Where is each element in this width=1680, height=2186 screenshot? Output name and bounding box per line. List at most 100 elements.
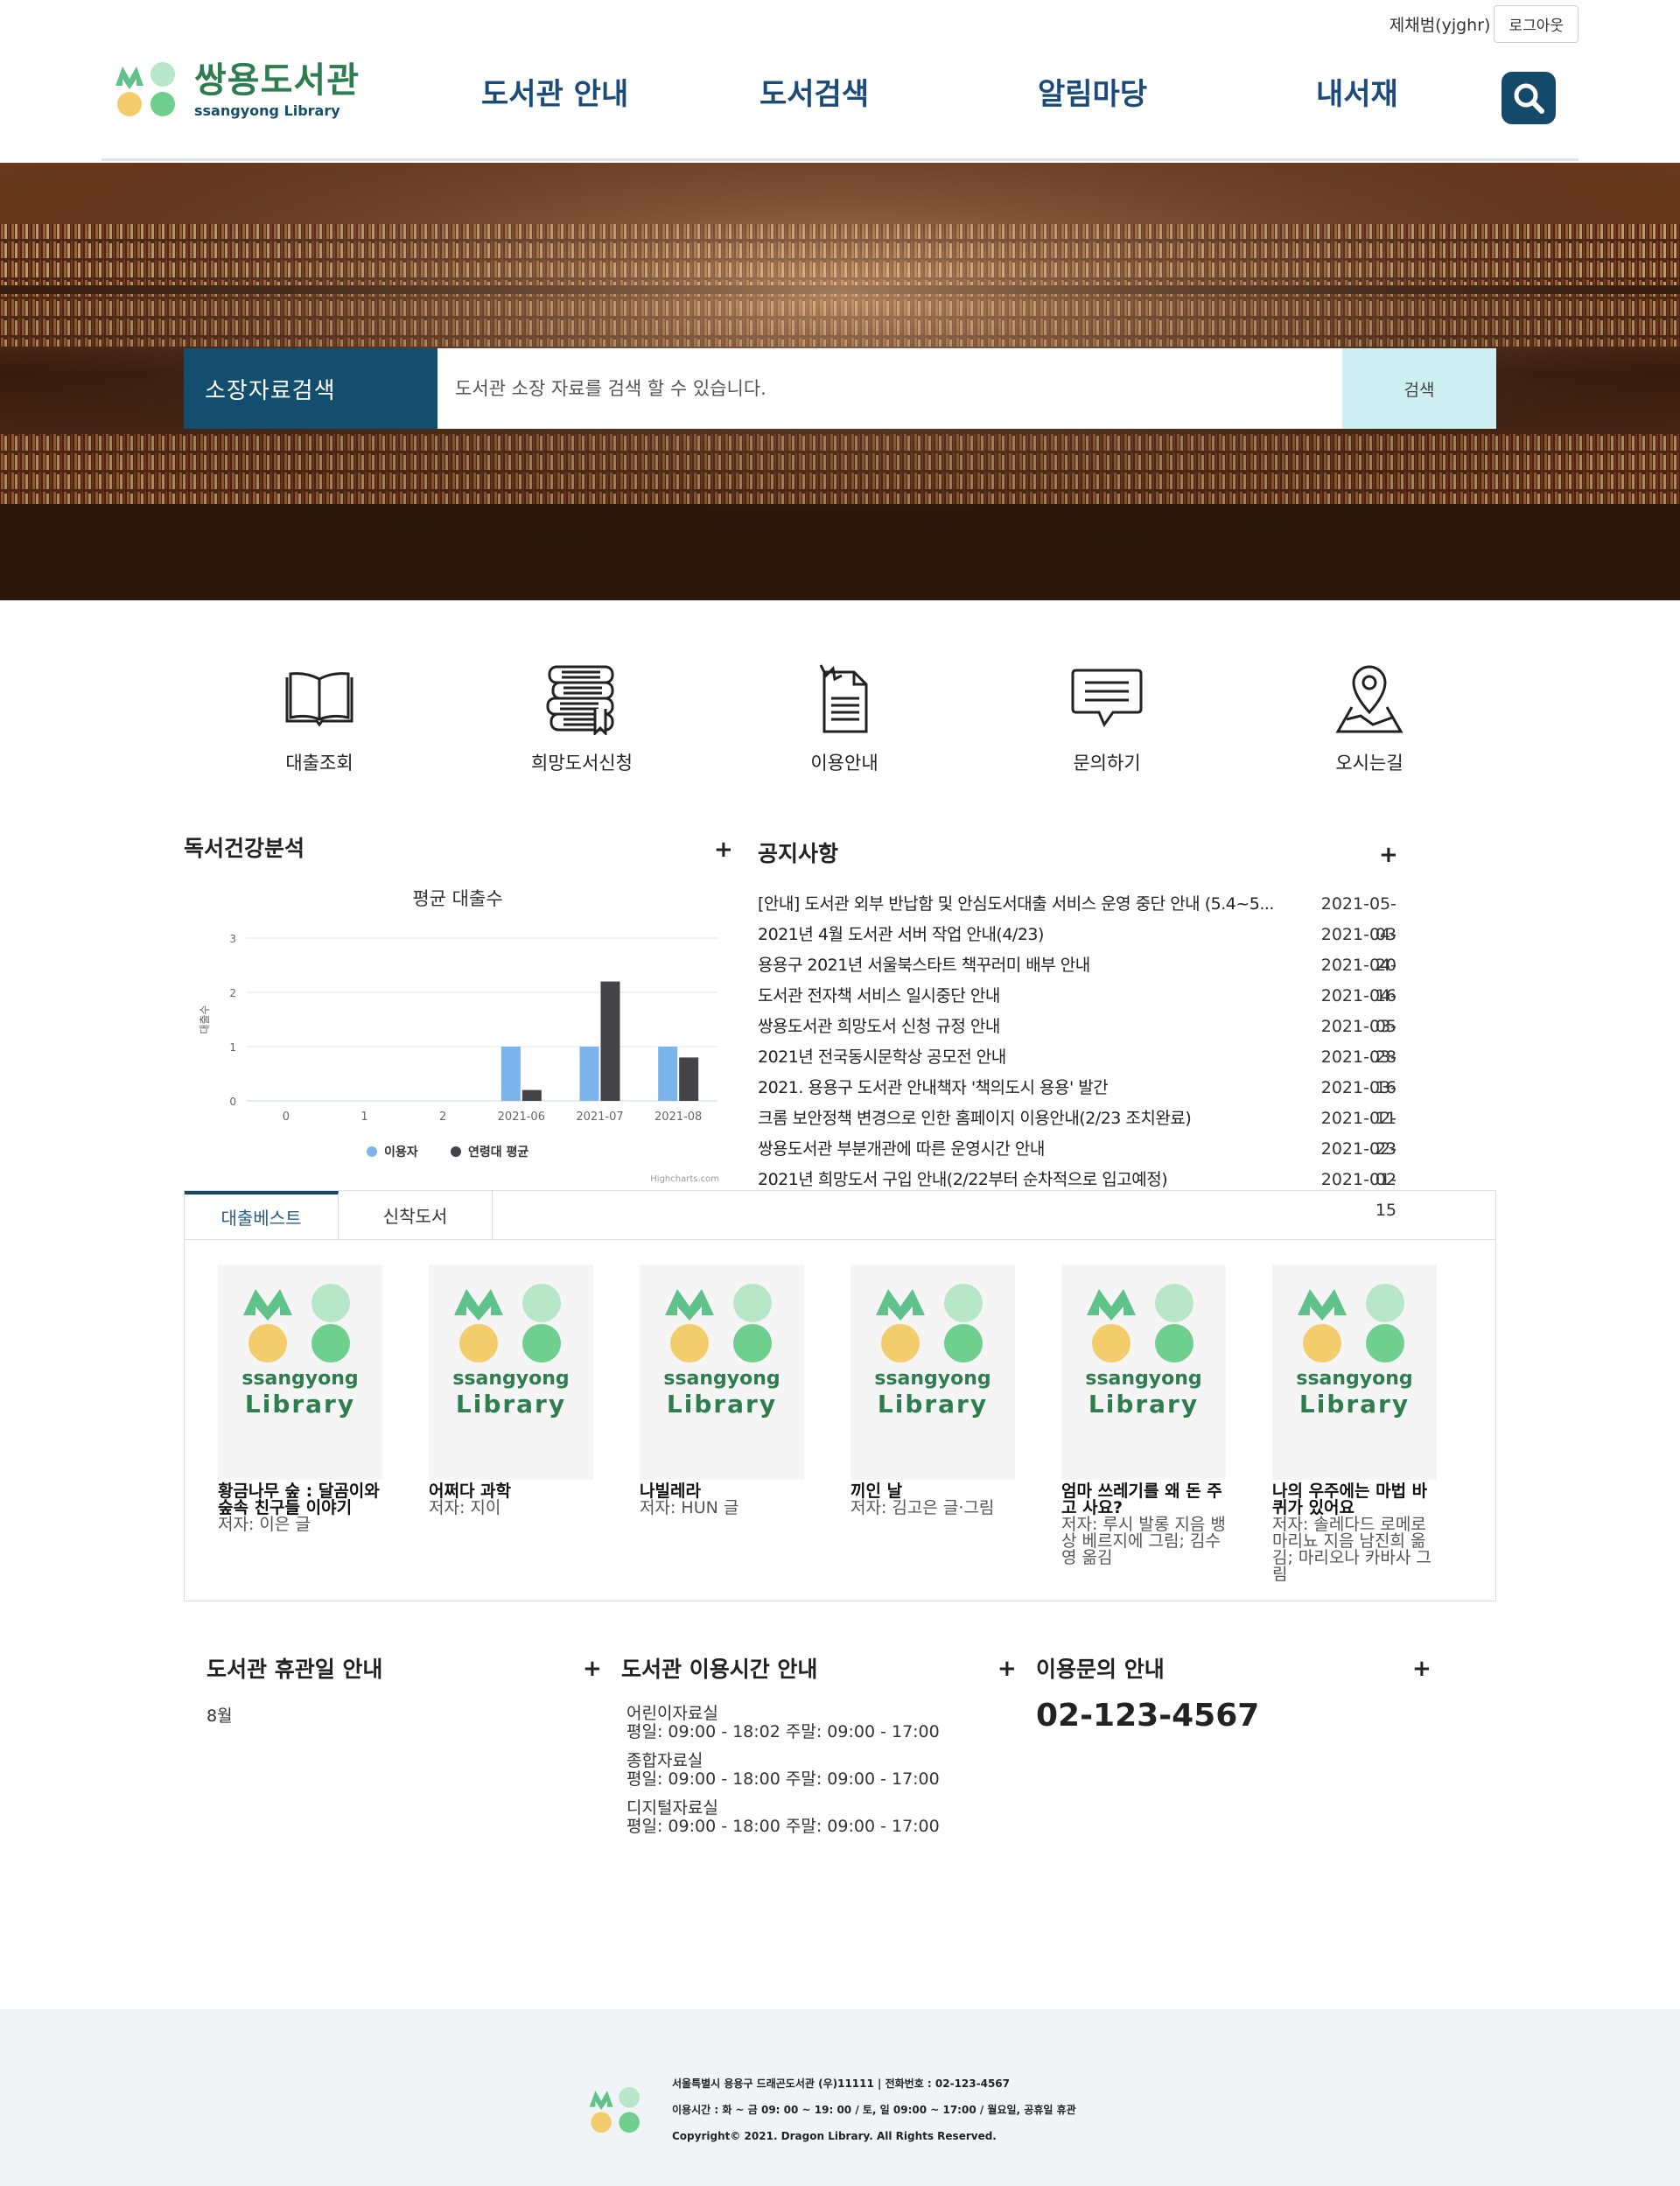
legend-marker (451, 1146, 461, 1157)
collection-search-label: 소장자료검색 (184, 348, 438, 429)
chart-title: 평균 대출수 (412, 888, 502, 909)
reading-health-more-button[interactable]: + (714, 837, 733, 863)
book-cover-line1: ssangyong (874, 1368, 991, 1390)
site-logo[interactable]: 쌍용도서관 ssangyong Library (114, 60, 360, 119)
book-open-icon (245, 662, 394, 737)
chat-bubble-icon (1032, 662, 1181, 737)
hours-digital-room: 디지털자료실 평일: 09:00 - 18:00 주말: 09:00 - 17:0… (626, 1798, 940, 1836)
book-card[interactable]: ssangyong Library 엄마 쓰레기를 왜 돈 주고 사요? 저자: 루시… (1061, 1265, 1226, 1583)
book-card[interactable]: ssangyong Library 황금나무 숲 : 달곰이와 숲속 친구들 이야기… (218, 1265, 382, 1583)
book-cover-image[interactable]: ssangyong Library (850, 1265, 1015, 1480)
notice-item[interactable]: 쌍용도서관 부분개관에 따른 운영시간 안내 2021-02-02 (758, 1134, 1396, 1189)
book-tabs: 대출베스트 신착도서 (185, 1191, 1495, 1240)
collection-search-input[interactable] (438, 348, 1342, 429)
nav-book-search[interactable]: 도서검색 (760, 70, 1038, 113)
avg-loan-chart: 평균 대출수 0 1 2 3 대출수 0 1 2 2021-06 2021-07 2021-08 이용자… (199, 888, 719, 1184)
chart-bar (658, 1047, 678, 1101)
site-header: 쌍용도서관 ssangyong Library 도서관 안내 도서검색 알림마당… (102, 35, 1578, 161)
footer-copyright: Copyright© 2021. Dragon Library. All Rig… (672, 2130, 997, 2142)
tab-loan-best[interactable]: 대출베스트 (185, 1191, 339, 1239)
book-cover-image[interactable]: ssangyong Library (1272, 1265, 1437, 1480)
legend-label: 연령대 평균 (468, 1145, 528, 1160)
contact-phone: 02-123-4567 (1036, 1698, 1260, 1734)
chart-bar (500, 1047, 521, 1101)
notice-item[interactable]: 크롬 보안정책 변경으로 인한 홈페이지 이용안내(2/23 조치완료) 2021… (758, 1104, 1396, 1159)
tab-new-arrivals[interactable]: 신착도서 (339, 1191, 493, 1239)
book-cover-image[interactable]: ssangyong Library (218, 1265, 382, 1480)
book-showcase: 대출베스트 신착도서 ssangyong Library 황금나무 숲 : 달곰이와… (184, 1190, 1496, 1601)
hours-children-room: 어린이자료실 평일: 09:00 - 18:02 주말: 09:00 - 17:0… (626, 1704, 940, 1741)
closed-days-more-button[interactable]: + (583, 1656, 602, 1682)
x-tick-label: 2021-06 (498, 1111, 545, 1124)
quick-menu: 대출조회 희망도서신청 이용안내 문의하기 오시는길 (184, 662, 1496, 775)
y-tick-label: 0 (229, 1096, 236, 1108)
closed-days-title: 도서관 휴관일 안내 (206, 1657, 383, 1682)
book-cover-image[interactable]: ssangyong Library (429, 1265, 593, 1480)
book-card[interactable]: ssangyong Library 나의 우주에는 마법 바퀴가 있어요 저자: 솔레… (1272, 1265, 1437, 1583)
notice-item[interactable]: 2021년 4월 도서관 서버 작업 안내(4/23) 2021-04-20 (758, 920, 1396, 975)
book-cover-line2: Library (1088, 1390, 1200, 1419)
book-cover-line2: Library (244, 1390, 356, 1419)
book-cover-line1: ssangyong (242, 1368, 359, 1390)
book-title[interactable]: 엄마 쓰레기를 왜 돈 주고 사요? (1061, 1483, 1226, 1517)
book-cover-line2: Library (877, 1390, 989, 1419)
notice-panel: 공지사항 + [안내] 도서관 외부 반납함 및 안심도서대출 서비스 운영 중… (758, 837, 1398, 1220)
book-cover-line1: ssangyong (663, 1368, 780, 1390)
quick-directions[interactable]: 오시는길 (1295, 662, 1444, 775)
quick-usage-guide[interactable]: 이용안내 (770, 662, 919, 775)
collection-search-button[interactable]: 검색 (1342, 348, 1496, 429)
legend-label: 이용자 (384, 1145, 418, 1160)
reading-health-title: 독서건강분석 (184, 836, 305, 861)
y-tick-label: 1 (229, 1041, 236, 1054)
contact-more-button[interactable]: + (1412, 1656, 1432, 1682)
book-author: 저자: 이은 글 (218, 1515, 311, 1534)
quick-loan-check[interactable]: 대출조회 (245, 662, 394, 775)
logo-mark-icon (114, 60, 180, 119)
notice-item[interactable]: 2021년 전국동시문학상 공모전 안내 2021-03-16 (758, 1042, 1396, 1097)
quick-wish-book[interactable]: 희망도서신청 (508, 662, 656, 775)
map-pin-icon (1295, 662, 1444, 737)
book-title[interactable]: 나의 우주에는 마법 바퀴가 있어요 (1272, 1483, 1437, 1517)
notice-item[interactable]: 도서관 전자책 서비스 일시중단 안내 2021-04-05 (758, 981, 1396, 1036)
legend-marker (367, 1146, 377, 1157)
notice-item[interactable]: 용용구 2021년 서울북스타트 책꾸러미 배부 안내 2021-04-16 (758, 950, 1396, 1005)
quick-inquiry[interactable]: 문의하기 (1032, 662, 1181, 775)
reading-health-panel: 독서건강분석 + 평균 대출수 0 1 2 3 대출수 0 1 2 2021-06 2021-07 2… (184, 831, 735, 1190)
header-search-button[interactable] (1502, 72, 1556, 124)
books-stack-icon (508, 662, 656, 737)
opening-hours-panel: 도서관 이용시간 안내 + 어린이자료실 평일: 09:00 - 18:02 주말… (621, 1652, 1024, 1836)
book-card[interactable]: ssangyong Library 어쩌다 과학 저자: 지이 (429, 1265, 593, 1583)
notice-title: 공지사항 (758, 841, 839, 866)
book-cover-line1: ssangyong (1085, 1368, 1202, 1390)
x-tick-label: 2021-08 (654, 1111, 702, 1124)
footer-info: 서울특별시 용용구 드래곤도서관 (우)11111 | 전화번호 : 02-12… (672, 2070, 1076, 2149)
book-author: 저자: 루시 발롱 지음 뱅상 베르지에 그림; 김수영 옮김 (1061, 1515, 1226, 1567)
book-card[interactable]: ssangyong Library 나빌레라 저자: HUN 글 (640, 1265, 804, 1583)
logo-title: 쌍용도서관 (194, 60, 360, 101)
book-list: ssangyong Library 황금나무 숲 : 달곰이와 숲속 친구들 이야기… (218, 1265, 1437, 1583)
site-footer: 서울특별시 용용구 드래곤도서관 (우)11111 | 전화번호 : 02-12… (0, 2009, 1680, 2186)
nav-notice-board[interactable]: 알림마당 (1038, 70, 1316, 113)
book-author: 저자: 솔레다드 로메로 마리뇨 지음 남진희 옮김; 마리오나 카바사 그림 (1272, 1515, 1432, 1584)
book-cover-line2: Library (666, 1390, 778, 1419)
closed-days-panel: 도서관 휴관일 안내 + 8월 (206, 1652, 609, 1727)
x-tick-label: 2 (439, 1111, 446, 1124)
book-cover-image[interactable]: ssangyong Library (1061, 1265, 1226, 1480)
chart-bar (579, 1047, 599, 1101)
notice-item[interactable]: [안내] 도서관 외부 반납함 및 안심도서대출 서비스 운영 중단 안내 (5… (758, 889, 1396, 944)
notice-item[interactable]: 쌍용도서관 희망도서 신청 규정 안내 2021-03-28 (758, 1012, 1396, 1067)
book-card[interactable]: ssangyong Library 끼인 날 저자: 김고은 글·그림 (850, 1265, 1015, 1583)
hero-banner: 소장자료검색 검색 (0, 163, 1680, 600)
notice-item[interactable]: 2021. 용용구 도서관 안내책자 '책의도시 용용' 발간 2021-03-1… (758, 1073, 1396, 1128)
search-icon (1514, 83, 1544, 114)
notice-list: [안내] 도서관 외부 반납함 및 안심도서대출 서비스 운영 중단 안내 (5… (758, 889, 1396, 1220)
nav-library-info[interactable]: 도서관 안내 (481, 70, 760, 113)
document-icon (770, 662, 919, 737)
chart-credit: Highcharts.com (650, 1174, 719, 1184)
opening-hours-title: 도서관 이용시간 안내 (621, 1657, 818, 1682)
opening-hours-more-button[interactable]: + (998, 1656, 1017, 1682)
book-title[interactable]: 황금나무 숲 : 달곰이와 숲속 친구들 이야기 (218, 1483, 382, 1517)
x-tick-label: 2021-07 (576, 1111, 623, 1124)
notice-more-button[interactable]: + (1379, 842, 1398, 868)
book-cover-image[interactable]: ssangyong Library (640, 1265, 804, 1480)
